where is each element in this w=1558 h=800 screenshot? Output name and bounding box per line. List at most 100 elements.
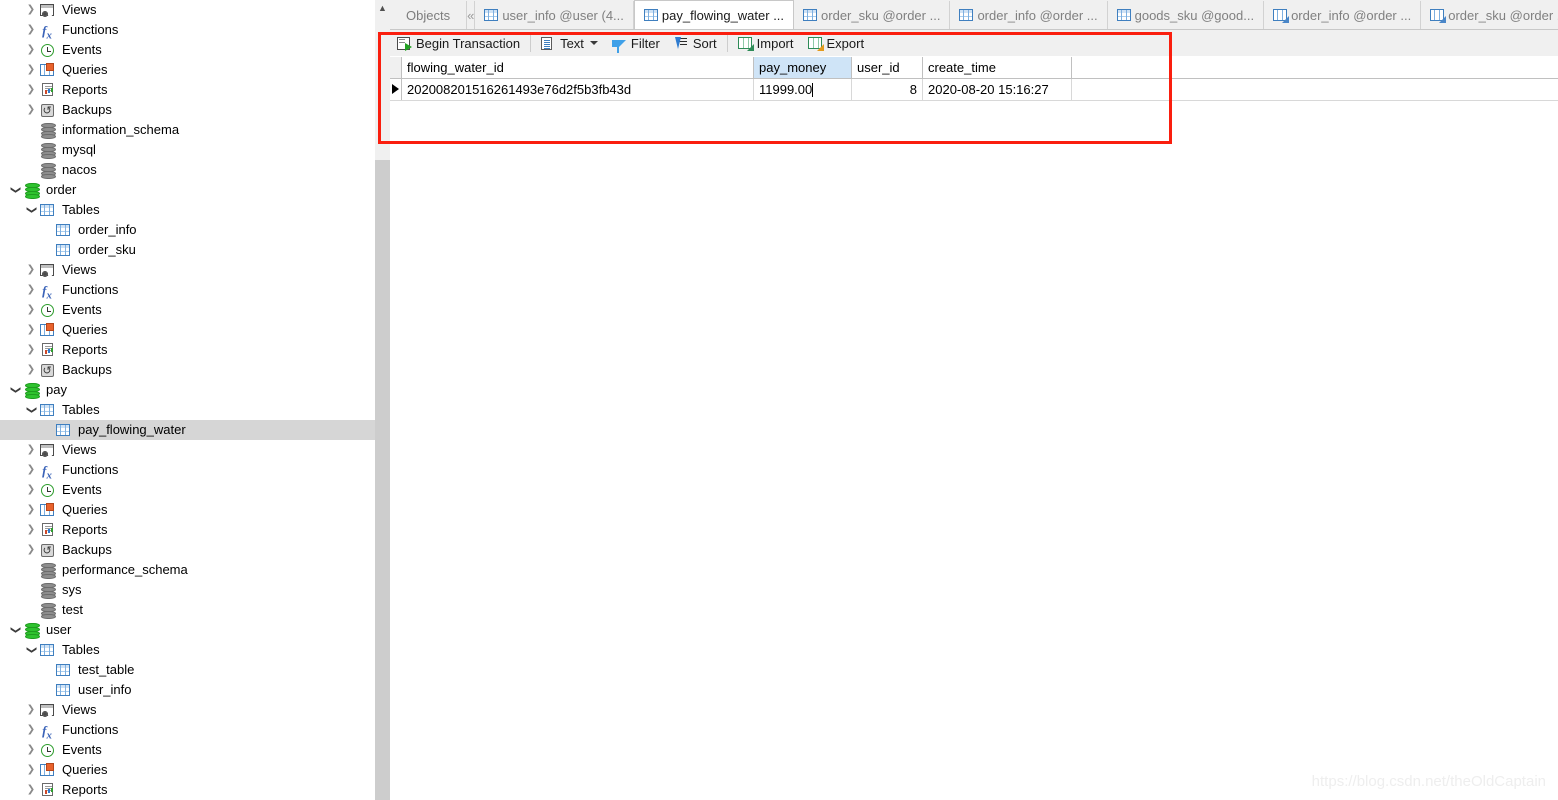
cell-pay_money[interactable]: 11999.00 — [754, 79, 852, 100]
tree-item-tables[interactable]: ❯ Tables — [0, 400, 375, 420]
toolbar-import-button[interactable]: Import — [731, 31, 801, 55]
tree-item-pay[interactable]: ❯ pay — [0, 380, 375, 400]
chevron-right-icon[interactable]: ❯ — [24, 300, 38, 320]
chevron-right-icon[interactable]: ❯ — [24, 20, 38, 40]
chevron-right-icon[interactable]: ❯ — [24, 520, 38, 540]
tree-item-sys[interactable]: ❯ sys — [0, 580, 375, 600]
editor-tab-6[interactable]: order_sku @order ... — [1421, 1, 1558, 29]
tree-item-order-sku[interactable]: ❯ order_sku — [0, 240, 375, 260]
scrollbar-thumb[interactable] — [375, 160, 390, 800]
view-icon — [38, 442, 56, 458]
grid-toolbar[interactable]: Begin Transaction Text Filter Sort Import Exp… — [390, 30, 1558, 56]
chevron-right-icon[interactable]: ❯ — [24, 280, 38, 300]
chevron-right-icon[interactable]: ❯ — [24, 460, 38, 480]
tree-item-order-info[interactable]: ❯ order_info — [0, 220, 375, 240]
tree-item-reports[interactable]: ❯ Reports — [0, 520, 375, 540]
tree-item-events[interactable]: ❯ Events — [0, 740, 375, 760]
tree-item-reports[interactable]: ❯ Reports — [0, 80, 375, 100]
chevron-right-icon[interactable]: ❯ — [24, 500, 38, 520]
cell-flowing_water_id[interactable]: 202008201516261493e76d2f5b3fb43d — [402, 79, 754, 100]
tree-item-performance-schema[interactable]: ❯ performance_schema — [0, 560, 375, 580]
chevron-right-icon[interactable]: ❯ — [24, 720, 38, 740]
tree-item-events[interactable]: ❯ Events — [0, 300, 375, 320]
column-header-user_id[interactable]: user_id — [852, 57, 923, 78]
tree-item-views[interactable]: ❯ Views — [0, 260, 375, 280]
tree-item-functions[interactable]: ❯ fx Functions — [0, 20, 375, 42]
tree-item-views[interactable]: ❯ Views — [0, 0, 375, 20]
tree-item-tables[interactable]: ❯ Tables — [0, 640, 375, 660]
tree-item-mysql[interactable]: ❯ mysql — [0, 140, 375, 160]
tree-item-order[interactable]: ❯ order — [0, 180, 375, 200]
tree-item-pay-flowing-water[interactable]: ❯ pay_flowing_water — [0, 420, 375, 440]
chevron-right-icon[interactable]: ❯ — [24, 340, 38, 360]
toolbar-begin-transaction-button[interactable]: Begin Transaction — [390, 31, 527, 55]
column-header-pay_money[interactable]: pay_money — [754, 57, 852, 78]
tree-item-queries[interactable]: ❯ Queries — [0, 760, 375, 780]
tree-item-views[interactable]: ❯ Views — [0, 700, 375, 720]
table-icon — [54, 422, 72, 438]
tree-item-queries[interactable]: ❯ Queries — [0, 60, 375, 80]
tree-item-user[interactable]: ❯ user — [0, 620, 375, 640]
toolbar-separator — [726, 34, 728, 52]
tree-item-tables[interactable]: ❯ Tables — [0, 200, 375, 220]
table-row[interactable]: 202008201516261493e76d2f5b3fb43d 11999.00… — [390, 79, 1558, 101]
database-tree-sidebar[interactable]: ❯ Views ❯ fx Functions ❯ Events ❯ Queries ❯ Report… — [0, 0, 375, 800]
tree-item-reports[interactable]: ❯ Reports — [0, 340, 375, 360]
grid-body[interactable]: 202008201516261493e76d2f5b3fb43d 11999.00… — [390, 79, 1558, 101]
chevron-down-icon[interactable] — [589, 41, 598, 45]
tree-item-functions[interactable]: ❯ fx Functions — [0, 280, 375, 302]
chevron-right-icon[interactable]: ❯ — [24, 60, 38, 80]
tree-item-test[interactable]: ❯ test — [0, 600, 375, 620]
tree-item-information-schema[interactable]: ❯ information_schema — [0, 120, 375, 140]
tree-item-reports[interactable]: ❯ Reports — [0, 780, 375, 800]
toolbar-filter-button[interactable]: Filter — [605, 31, 667, 55]
toolbar-export-button[interactable]: Export — [801, 31, 872, 55]
tab-scroll-left-icon[interactable]: « — [467, 1, 476, 29]
chevron-right-icon[interactable]: ❯ — [24, 480, 38, 500]
tree-item-nacos[interactable]: ❯ nacos — [0, 160, 375, 180]
chevron-right-icon[interactable]: ❯ — [24, 0, 38, 20]
editor-tab-1[interactable]: pay_flowing_water ... — [633, 0, 795, 29]
chevron-right-icon[interactable]: ❯ — [24, 100, 38, 120]
column-header-flowing_water_id[interactable]: flowing_water_id — [402, 57, 754, 78]
tree-item-backups[interactable]: ❯ Backups — [0, 360, 375, 381]
toolbar-text-button[interactable]: Text — [534, 31, 605, 55]
data-grid[interactable]: flowing_water_id pay_money user_id create_t… — [390, 57, 1558, 800]
chevron-right-icon[interactable]: ❯ — [24, 320, 38, 340]
tree-item-functions[interactable]: ❯ fx Functions — [0, 720, 375, 742]
chevron-right-icon[interactable]: ❯ — [24, 540, 38, 560]
editor-tab-5[interactable]: order_info @order ... — [1264, 1, 1422, 29]
editor-tab-0[interactable]: user_info @user (4... — [475, 1, 634, 29]
tree-item-events[interactable]: ❯ Events — [0, 40, 375, 60]
chevron-right-icon[interactable]: ❯ — [24, 780, 38, 800]
chevron-right-icon[interactable]: ❯ — [24, 440, 38, 460]
tree-item-test-table[interactable]: ❯ test_table — [0, 660, 375, 680]
chevron-right-icon[interactable]: ❯ — [24, 360, 38, 380]
chevron-right-icon[interactable]: ❯ — [24, 80, 38, 100]
chevron-right-icon[interactable]: ❯ — [24, 760, 38, 780]
tree-item-queries[interactable]: ❯ Queries — [0, 320, 375, 340]
tree-item-backups[interactable]: ❯ Backups — [0, 540, 375, 561]
tree-item-queries[interactable]: ❯ Queries — [0, 500, 375, 520]
tree-item-backups[interactable]: ❯ Backups — [0, 100, 375, 121]
editor-tab-bar[interactable]: Objects « user_info @user (4... pay_flowing… — [390, 0, 1558, 30]
scroll-up-icon[interactable]: ▲ — [375, 0, 390, 17]
column-header-create_time[interactable]: create_time — [923, 57, 1072, 78]
tab-objects[interactable]: Objects — [390, 1, 468, 29]
cell-create_time[interactable]: 2020-08-20 15:16:27 — [923, 79, 1072, 100]
tree-item-functions[interactable]: ❯ fx Functions — [0, 460, 375, 482]
editor-tab-4[interactable]: goods_sku @good... — [1107, 1, 1265, 29]
chevron-right-icon[interactable]: ❯ — [24, 260, 38, 280]
sidebar-scrollbar[interactable]: ▲ — [375, 0, 390, 800]
chevron-right-icon[interactable]: ❯ — [24, 700, 38, 720]
tree-item-user-info[interactable]: ❯ user_info — [0, 680, 375, 700]
tree-item-views[interactable]: ❯ Views — [0, 440, 375, 460]
chevron-right-icon[interactable]: ❯ — [24, 740, 38, 760]
toolbar-sort-button[interactable]: Sort — [667, 31, 724, 55]
cell-user_id[interactable]: 8 — [852, 79, 923, 100]
editor-tab-3[interactable]: order_info @order ... — [950, 1, 1108, 29]
chevron-right-icon[interactable]: ❯ — [24, 40, 38, 60]
row-selector-gutter[interactable] — [390, 79, 402, 100]
tree-item-events[interactable]: ❯ Events — [0, 480, 375, 500]
editor-tab-2[interactable]: order_sku @order ... — [794, 1, 951, 29]
